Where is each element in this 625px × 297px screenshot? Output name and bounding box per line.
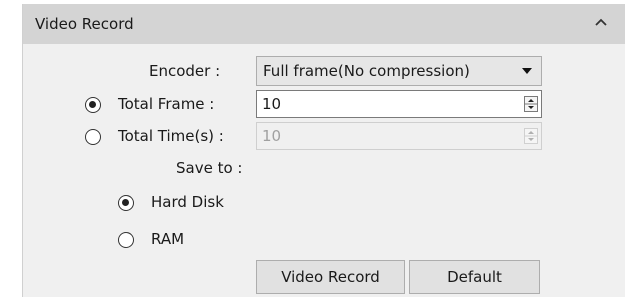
panel-title: Video Record xyxy=(35,15,134,33)
video-record-button[interactable]: Video Record xyxy=(256,260,405,294)
total-time-radio[interactable] xyxy=(85,129,101,145)
total-frame-value: 10 xyxy=(262,95,282,113)
encoder-value: Full frame(No compression) xyxy=(263,62,470,80)
ram-radio[interactable] xyxy=(118,232,134,248)
encoder-label: Encoder : xyxy=(149,62,221,80)
save-to-label: Save to : xyxy=(176,159,243,177)
panel-header[interactable]: Video Record xyxy=(23,4,625,44)
hard-disk-radio[interactable] xyxy=(118,195,134,211)
triangle-down-icon xyxy=(522,68,532,74)
total-frame-radio[interactable] xyxy=(85,97,101,113)
total-frame-label: Total Frame : xyxy=(118,95,215,113)
total-time-value: 10 xyxy=(262,127,282,145)
video-record-panel: Video Record Encoder : Full frame(No com… xyxy=(22,4,625,297)
total-frame-spinbox[interactable]: 10 xyxy=(256,90,542,118)
hard-disk-label: Hard Disk xyxy=(151,193,224,211)
ram-label: RAM xyxy=(151,230,185,248)
total-time-spinbox[interactable]: 10 xyxy=(256,122,542,150)
total-time-label: Total Time(s) : xyxy=(118,127,224,145)
default-button[interactable]: Default xyxy=(409,260,540,294)
spin-arrows-icon[interactable] xyxy=(524,96,538,112)
chevron-up-icon[interactable] xyxy=(595,17,607,27)
spin-arrows-icon[interactable] xyxy=(524,128,538,144)
encoder-select[interactable]: Full frame(No compression) xyxy=(256,56,542,86)
